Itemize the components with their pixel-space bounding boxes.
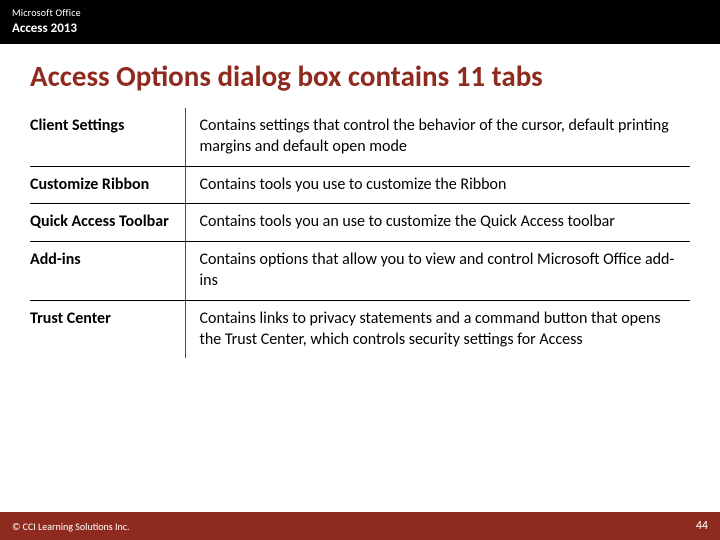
- options-table: Client Settings Contains settings that c…: [30, 108, 690, 358]
- option-desc: Contains tools you use to customize the …: [185, 166, 690, 204]
- option-desc: Contains tools you an use to customize t…: [185, 204, 690, 242]
- table-row: Client Settings Contains settings that c…: [30, 108, 690, 166]
- copyright-text: © CCI Learning Solutions Inc.: [12, 520, 130, 533]
- option-desc: Contains links to privacy statements and…: [185, 300, 690, 358]
- table-row: Trust Center Contains links to privacy s…: [30, 300, 690, 358]
- option-name: Client Settings: [30, 108, 185, 166]
- slide-title: Access Options dialog box contains 11 ta…: [30, 58, 690, 94]
- title-area: Access Options dialog box contains 11 ta…: [0, 44, 720, 100]
- option-name: Trust Center: [30, 300, 185, 358]
- slide-body: Client Settings Contains settings that c…: [0, 100, 720, 540]
- option-name: Quick Access Toolbar: [30, 204, 185, 242]
- page-number: 44: [696, 519, 708, 533]
- table-row: Quick Access Toolbar Contains tools you …: [30, 204, 690, 242]
- slide-header: Microsoft Office Access 2013: [0, 0, 720, 44]
- brand-label: Microsoft Office: [12, 6, 708, 19]
- product-label: Access 2013: [12, 21, 708, 36]
- table-row: Customize Ribbon Contains tools you use …: [30, 166, 690, 204]
- slide-footer: © CCI Learning Solutions Inc. 44: [0, 512, 720, 540]
- option-desc: Contains options that allow you to view …: [185, 242, 690, 301]
- option-name: Customize Ribbon: [30, 166, 185, 204]
- option-desc: Contains settings that control the behav…: [185, 108, 690, 166]
- table-row: Add-ins Contains options that allow you …: [30, 242, 690, 301]
- option-name: Add-ins: [30, 242, 185, 301]
